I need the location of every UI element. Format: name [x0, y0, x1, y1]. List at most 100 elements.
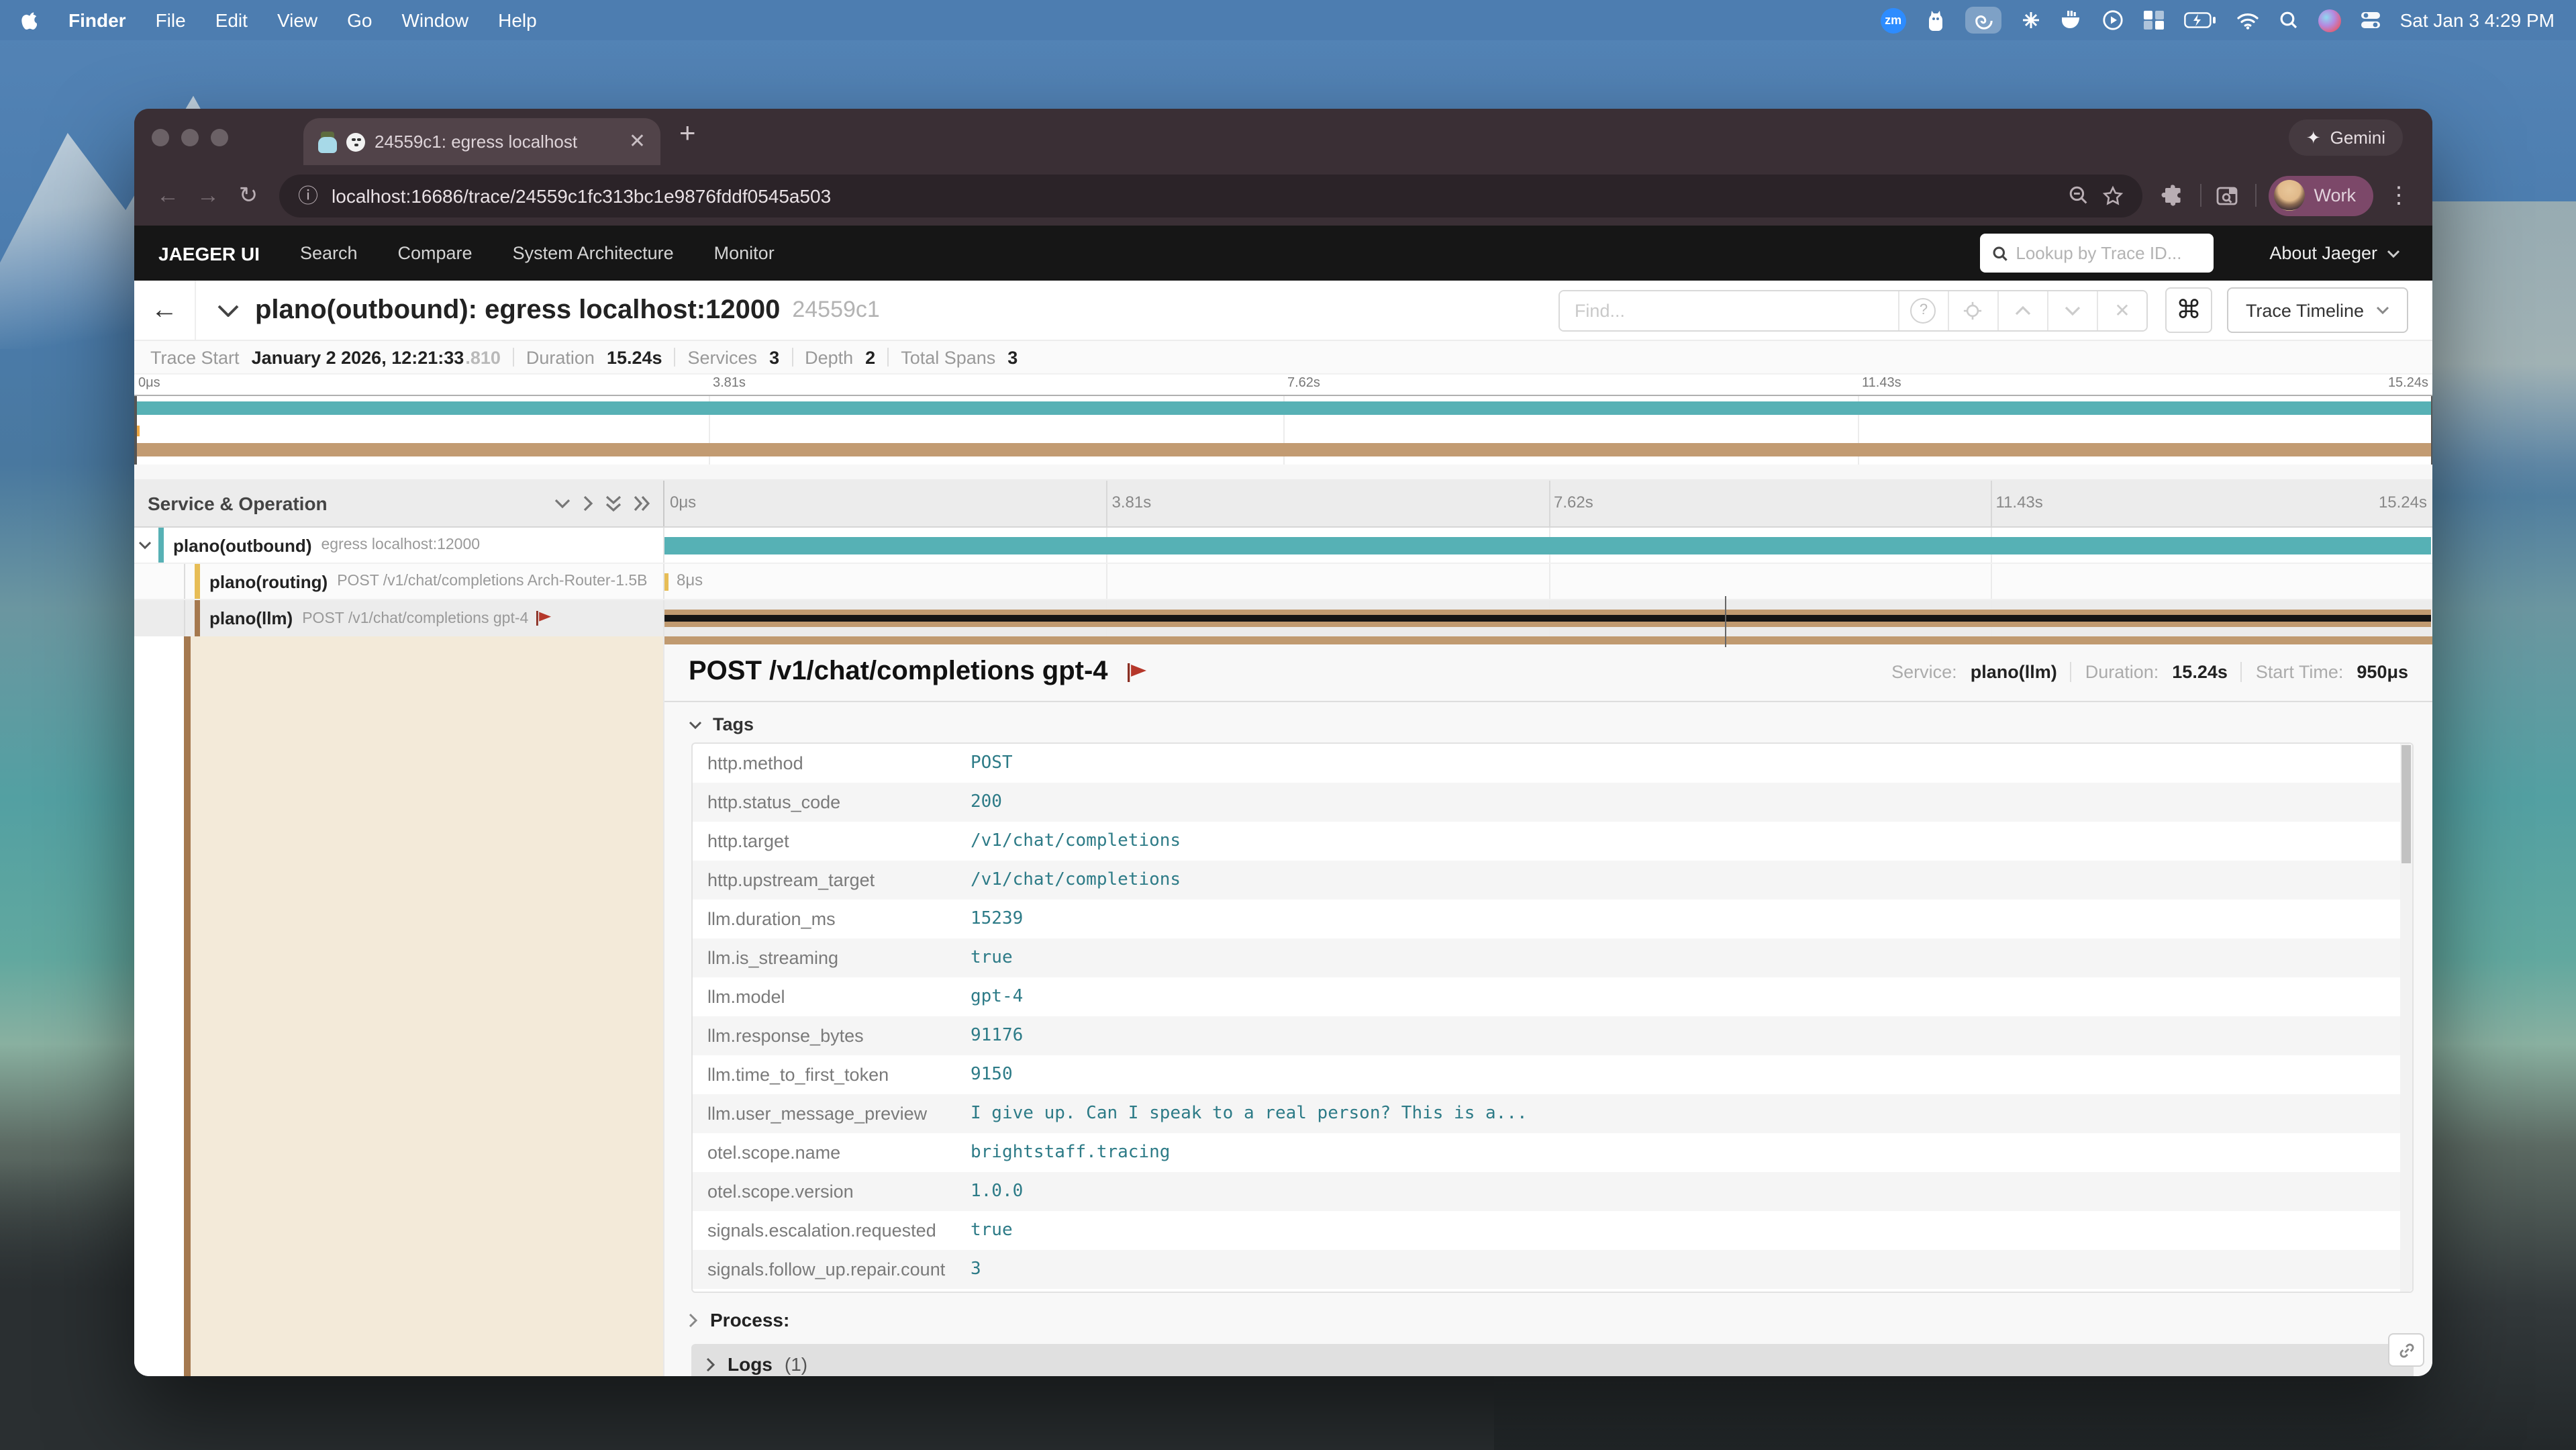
back-to-search-button[interactable]: ←: [134, 281, 196, 340]
trace-summary-bar: Trace Start January 2 2026, 12:21:33 .81…: [134, 341, 2432, 375]
tag-row[interactable]: llm.modelgpt-4: [693, 977, 2412, 1016]
keyboard-shortcuts-button[interactable]: ⌘: [2165, 287, 2212, 333]
prev-result-icon[interactable]: [1997, 291, 2047, 330]
tags-scrollbar[interactable]: [2400, 744, 2412, 1292]
span-color-accent: [158, 528, 164, 563]
llama-status-icon[interactable]: [1926, 7, 1945, 34]
collapse-span-chevron[interactable]: [138, 541, 152, 549]
logs-count: (1): [785, 1353, 807, 1375]
profile-chip[interactable]: Work: [2268, 175, 2373, 215]
tag-row[interactable]: llm.response_bytes91176: [693, 1016, 2412, 1055]
span-bar-routing[interactable]: [664, 573, 668, 591]
battery-icon[interactable]: [2184, 7, 2216, 34]
forward-button[interactable]: →: [188, 175, 228, 215]
browser-menu-icon[interactable]: ⋮: [2379, 175, 2419, 215]
minimize-window-button[interactable]: [181, 129, 199, 146]
wifi-icon[interactable]: [2236, 7, 2259, 34]
zoom-window-button[interactable]: [211, 129, 228, 146]
sidebar-search-icon[interactable]: [2208, 175, 2248, 215]
nav-monitor[interactable]: Monitor: [714, 243, 775, 263]
spiral-status-icon[interactable]: [1965, 7, 2001, 34]
play-status-icon[interactable]: [2102, 7, 2124, 34]
menubar-item-go[interactable]: Go: [347, 9, 372, 31]
trace-id-lookup[interactable]: [1979, 234, 2213, 273]
logs-section-toggle[interactable]: Logs (1): [691, 1344, 2414, 1376]
tags-section-toggle[interactable]: Tags: [664, 702, 2432, 742]
tag-row[interactable]: otel.scope.namebrightstaff.tracing: [693, 1133, 2412, 1172]
depth-label: Depth: [805, 347, 853, 367]
gemini-button[interactable]: ✦ Gemini: [2289, 119, 2403, 156]
tag-row[interactable]: http.methodPOST: [693, 744, 2412, 783]
menubar-item-window[interactable]: Window: [402, 9, 469, 31]
expand-all-icon[interactable]: [634, 495, 650, 512]
zoom-app-icon[interactable]: zm: [1881, 7, 1906, 33]
tag-row[interactable]: otel.scope.version1.0.0: [693, 1172, 2412, 1211]
siri-icon[interactable]: [2318, 9, 2341, 32]
extensions-icon[interactable]: [2152, 175, 2193, 215]
control-center-icon[interactable]: [2361, 7, 2380, 34]
clear-find-icon[interactable]: ✕: [2097, 291, 2146, 330]
expand-one-icon[interactable]: [583, 495, 593, 512]
tag-row[interactable]: signals.escalation.requestedtrue: [693, 1211, 2412, 1250]
span-row-outbound[interactable]: plano(outbound) egress localhost:12000: [134, 528, 2432, 564]
nav-system-architecture[interactable]: System Architecture: [513, 243, 674, 263]
bookmark-star-icon[interactable]: [2101, 185, 2123, 206]
tag-row[interactable]: llm.is_streamingtrue: [693, 938, 2412, 977]
new-tab-button[interactable]: +: [679, 118, 696, 150]
menubar-clock[interactable]: Sat Jan 3 4:29 PM: [2400, 9, 2555, 31]
nav-search[interactable]: Search: [300, 243, 358, 263]
span-row-routing[interactable]: plano(routing) POST /v1/chat/completions…: [134, 564, 2432, 600]
tick-label: 3.81s: [1112, 493, 1152, 512]
tag-row[interactable]: signals.follow_up.repair.duration0.588: [693, 1289, 2412, 1293]
tag-row[interactable]: llm.user_message_previewI give up. Can I…: [693, 1094, 2412, 1133]
address-bar[interactable]: ⓘ localhost:16686/trace/24559c1fc313bc1e…: [279, 174, 2142, 217]
jaeger-brand[interactable]: JAEGER UI: [158, 242, 260, 264]
span-row-llm-selected[interactable]: plano(llm) POST /v1/chat/completions gpt…: [134, 600, 2432, 636]
reload-button[interactable]: ↻: [228, 175, 268, 215]
tag-value: 3: [971, 1259, 981, 1279]
tag-row[interactable]: http.status_code200: [693, 783, 2412, 822]
collapse-all-icon[interactable]: [605, 495, 622, 512]
find-help-icon[interactable]: ?: [1898, 291, 1948, 330]
collapse-one-icon[interactable]: [554, 498, 571, 509]
menubar-item-file[interactable]: File: [156, 9, 186, 31]
menubar-item-view[interactable]: View: [277, 9, 317, 31]
tag-row[interactable]: llm.time_to_first_token9150: [693, 1055, 2412, 1094]
trace-view-selector[interactable]: Trace Timeline: [2227, 287, 2408, 333]
site-info-icon[interactable]: ⓘ: [298, 181, 318, 209]
about-jaeger-menu[interactable]: About Jaeger: [2269, 243, 2400, 263]
spotlight-search-icon[interactable]: [2279, 7, 2298, 34]
menubar-item-help[interactable]: Help: [498, 9, 537, 31]
tag-row[interactable]: http.target/v1/chat/completions: [693, 822, 2412, 861]
back-button[interactable]: ←: [148, 175, 188, 215]
tab-close-icon[interactable]: ✕: [629, 132, 646, 152]
tag-row[interactable]: llm.duration_ms15239: [693, 900, 2412, 938]
span-bar-llm[interactable]: [664, 610, 2431, 627]
trace-id-lookup-input[interactable]: [2016, 243, 2201, 263]
window-tile-icon[interactable]: [2144, 7, 2164, 34]
focus-span-icon[interactable]: [1948, 291, 1997, 330]
span-bar-outbound[interactable]: [664, 537, 2431, 554]
browser-tab[interactable]: 24559c1: egress localhost ✕: [303, 118, 660, 165]
tag-row[interactable]: http.upstream_target/v1/chat/completions: [693, 861, 2412, 900]
zoom-out-icon[interactable]: [2068, 185, 2088, 205]
deep-link-button[interactable]: [2388, 1333, 2424, 1367]
menubar-item-edit[interactable]: Edit: [215, 9, 248, 31]
tick-label: 15.24s: [2379, 493, 2427, 512]
timeline-minimap[interactable]: [134, 395, 2432, 465]
tag-row[interactable]: signals.follow_up.repair.count3: [693, 1250, 2412, 1289]
next-result-icon[interactable]: [2047, 291, 2097, 330]
tag-value: /v1/chat/completions: [971, 831, 1181, 851]
close-window-button[interactable]: [152, 129, 169, 146]
find-input[interactable]: [1560, 291, 1898, 330]
gemini-label: Gemini: [2330, 128, 2385, 148]
collapse-header-chevron[interactable]: [217, 304, 239, 316]
nav-compare[interactable]: Compare: [398, 243, 473, 263]
docker-status-icon[interactable]: [2061, 7, 2082, 34]
process-section-toggle[interactable]: Process:: [664, 1293, 2432, 1341]
tag-key: otel.scope.name: [707, 1143, 971, 1163]
tag-value: true: [971, 948, 1013, 968]
snowflake-status-icon[interactable]: [2022, 7, 2040, 34]
apple-menu-icon[interactable]: [21, 7, 39, 34]
menubar-app-name[interactable]: Finder: [68, 9, 126, 31]
